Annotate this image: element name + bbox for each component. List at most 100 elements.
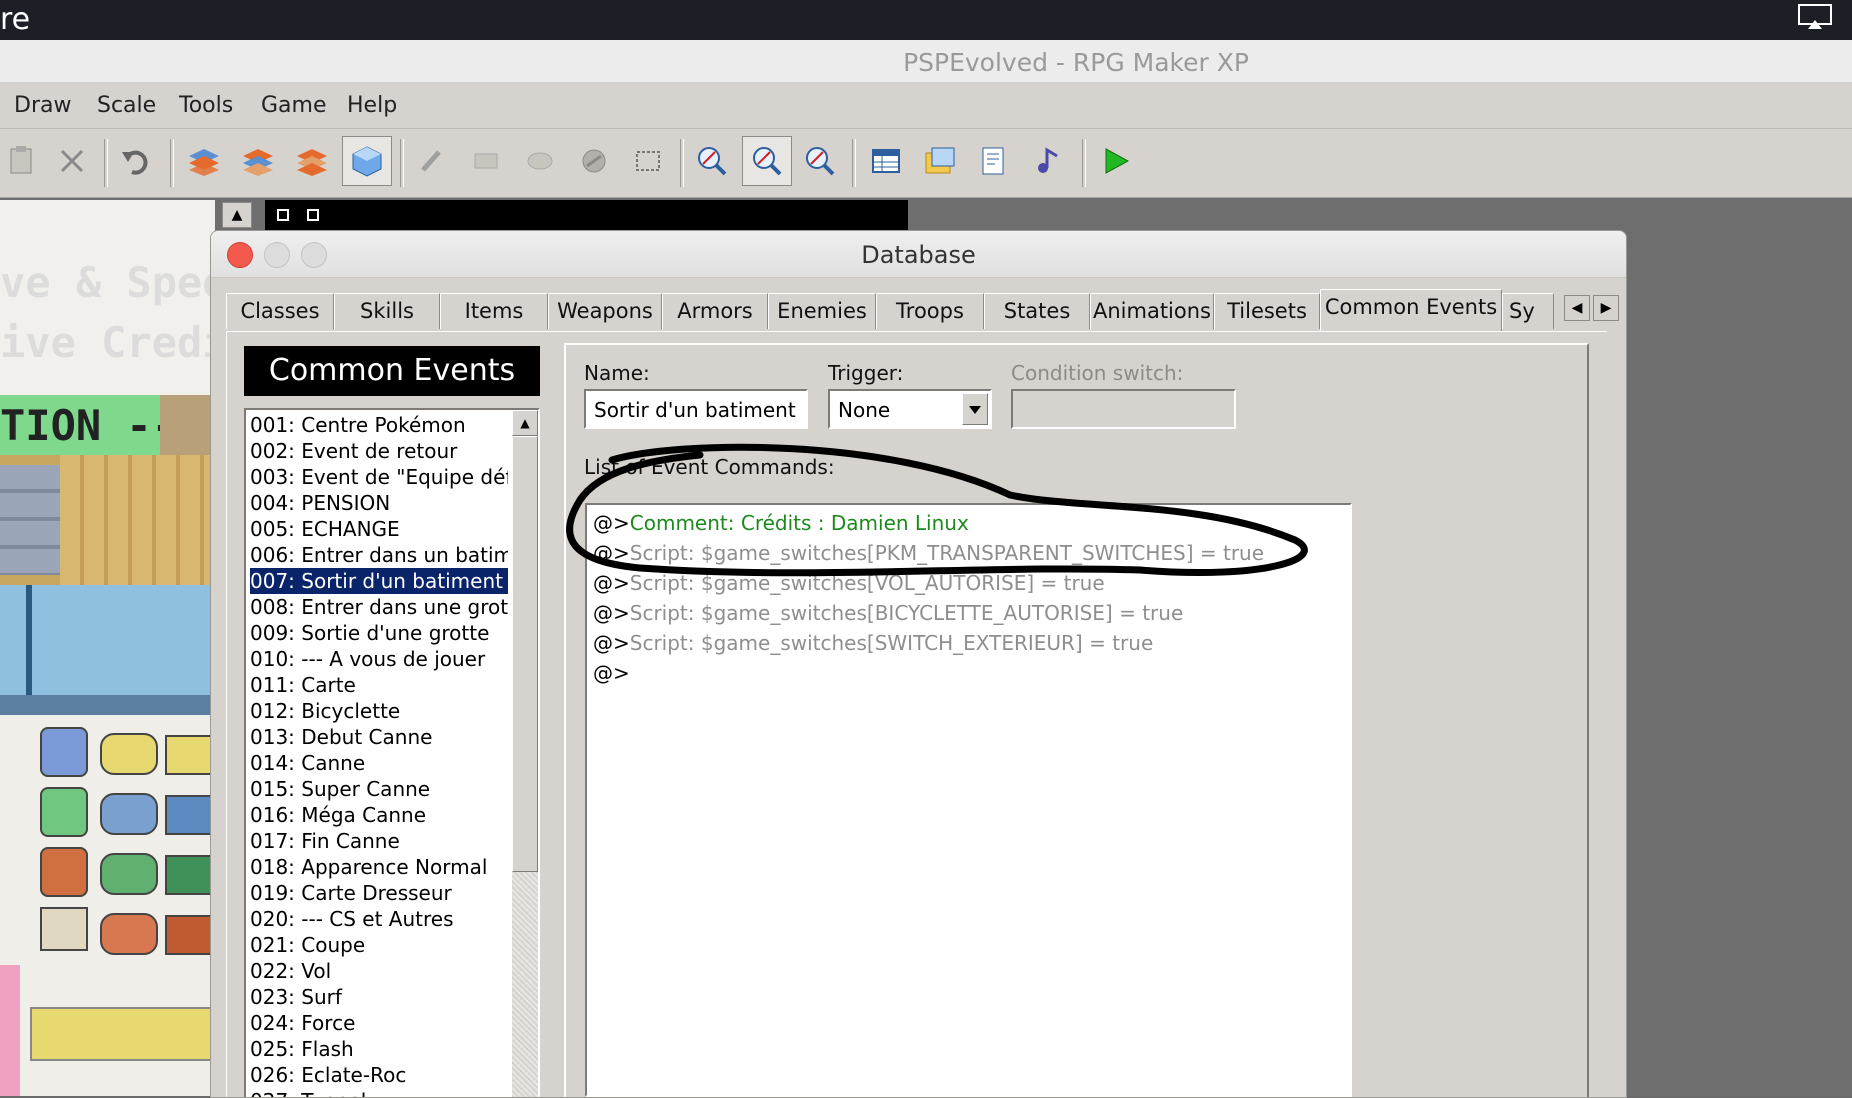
zoom-2-icon[interactable] bbox=[742, 136, 792, 186]
delete-icon[interactable] bbox=[50, 139, 94, 183]
map-text-line1: ve & Speed bbox=[0, 258, 215, 307]
common-event-item[interactable]: 026: Eclate-Roc bbox=[250, 1062, 508, 1088]
event-commands-list[interactable]: @>Comment: Crédits : Damien Linux @>Scri… bbox=[585, 503, 1352, 1097]
app-title-bar: PSPEvolved - RPG Maker XP bbox=[0, 40, 1852, 83]
common-event-item[interactable]: 022: Vol bbox=[250, 958, 508, 984]
common-events-list-header: Common Events bbox=[244, 346, 540, 396]
tab-system[interactable]: Sy bbox=[1502, 293, 1554, 329]
common-event-item[interactable]: 009: Sortie d'une grotte bbox=[250, 620, 508, 646]
common-event-item[interactable]: 002: Event de retour bbox=[250, 438, 508, 464]
tab-common-events[interactable]: Common Events bbox=[1320, 289, 1502, 331]
common-event-item[interactable]: 019: Carte Dresseur bbox=[250, 880, 508, 906]
common-event-item[interactable]: 005: ECHANGE bbox=[250, 516, 508, 542]
chevron-down-icon[interactable] bbox=[962, 393, 988, 425]
name-input[interactable]: Sortir d'un batiment bbox=[584, 389, 808, 429]
tab-scroll-left-button[interactable]: ◀ bbox=[1564, 295, 1590, 321]
map-title-area: ve & Speed ive Credit bbox=[0, 200, 215, 395]
fill-icon[interactable] bbox=[572, 139, 616, 183]
common-event-item[interactable]: 001: Centre Pokémon bbox=[250, 412, 508, 438]
toolbar-separator bbox=[104, 139, 108, 187]
menu-help[interactable]: Help bbox=[347, 93, 397, 118]
toolbar bbox=[0, 129, 1852, 198]
list-scrollbar[interactable]: ▲ bbox=[512, 410, 538, 1097]
rectangle-icon[interactable] bbox=[464, 139, 508, 183]
trigger-select[interactable]: None bbox=[828, 389, 992, 429]
database-dialog: Database Classes Skills Items Weapons Ar… bbox=[210, 230, 1627, 1098]
common-event-item[interactable]: 017: Fin Canne bbox=[250, 828, 508, 854]
tab-armors[interactable]: Armors bbox=[662, 293, 768, 329]
database-tabs: Classes Skills Items Weapons Armors Enem… bbox=[226, 289, 1626, 331]
airplay-icon[interactable] bbox=[1798, 4, 1832, 30]
menu-game[interactable]: Game bbox=[261, 93, 327, 118]
pencil-icon[interactable] bbox=[410, 139, 454, 183]
sound-test-icon[interactable] bbox=[1026, 139, 1070, 183]
map-scroll-up-button[interactable]: ▲ bbox=[222, 202, 252, 228]
events-layer-icon[interactable] bbox=[342, 136, 392, 186]
playtest-icon[interactable] bbox=[1094, 139, 1138, 183]
tab-enemies[interactable]: Enemies bbox=[768, 293, 876, 329]
tab-troops[interactable]: Troops bbox=[876, 293, 984, 329]
common-event-item[interactable]: 020: --- CS et Autres bbox=[250, 906, 508, 932]
toolbar-separator bbox=[852, 139, 856, 187]
wood-tile bbox=[160, 395, 215, 455]
zoom-4-icon[interactable] bbox=[798, 139, 842, 183]
common-event-item[interactable]: 021: Coupe bbox=[250, 932, 508, 958]
common-event-item[interactable]: 016: Méga Canne bbox=[250, 802, 508, 828]
menu-draw[interactable]: Draw bbox=[14, 93, 71, 118]
tileset-panel[interactable]: ve & Speed ive Credit TION -- bbox=[0, 200, 215, 1096]
scrollbar-thumb[interactable] bbox=[512, 436, 538, 872]
materialbase-icon[interactable] bbox=[918, 139, 962, 183]
toolbar-separator bbox=[170, 139, 174, 187]
common-event-item[interactable]: 024: Force bbox=[250, 1010, 508, 1036]
common-event-item[interactable]: 014: Canne bbox=[250, 750, 508, 776]
command-line[interactable]: @>Script: $game_switches[SWITCH_EXTERIEU… bbox=[593, 629, 1153, 657]
command-line[interactable]: @>Script: $game_switches[PKM_TRANSPARENT… bbox=[593, 539, 1264, 567]
tab-states[interactable]: States bbox=[984, 293, 1090, 329]
common-event-item[interactable]: 008: Entrer dans une grott bbox=[250, 594, 508, 620]
command-line[interactable]: @>Script: $game_switches[VOL_AUTORISE] =… bbox=[593, 569, 1105, 597]
common-event-item[interactable]: 018: Apparence Normal bbox=[250, 854, 508, 880]
tab-scroll-right-button[interactable]: ▶ bbox=[1593, 295, 1619, 321]
common-event-item[interactable]: 015: Super Canne bbox=[250, 776, 508, 802]
tab-skills[interactable]: Skills bbox=[334, 293, 440, 329]
tab-tilesets[interactable]: Tilesets bbox=[1214, 293, 1320, 329]
common-event-item[interactable]: 004: PENSION bbox=[250, 490, 508, 516]
common-event-item[interactable]: 010: --- A vous de jouer bbox=[250, 646, 508, 672]
select-icon[interactable] bbox=[626, 139, 670, 183]
paste-icon[interactable] bbox=[0, 139, 44, 183]
common-event-item[interactable]: 003: Event de "Equipe défa bbox=[250, 464, 508, 490]
layer2-icon[interactable] bbox=[236, 139, 280, 183]
scroll-up-icon[interactable]: ▲ bbox=[512, 410, 538, 436]
condition-switch-label: Condition switch: bbox=[1011, 361, 1184, 385]
command-line[interactable]: @>Comment: Crédits : Damien Linux bbox=[593, 509, 969, 537]
menu-tools[interactable]: Tools bbox=[179, 93, 233, 118]
trigger-value: None bbox=[838, 398, 891, 422]
zoom-1-icon[interactable] bbox=[690, 139, 734, 183]
ellipse-icon[interactable] bbox=[518, 139, 562, 183]
dialog-title: Database bbox=[861, 241, 976, 269]
common-event-item[interactable]: 006: Entrer dans un batime bbox=[250, 542, 508, 568]
script-editor-icon[interactable] bbox=[972, 139, 1016, 183]
common-event-item[interactable]: 023: Surf bbox=[250, 984, 508, 1010]
tab-animations[interactable]: Animations bbox=[1090, 293, 1214, 329]
common-event-item[interactable]: 027: Tunnel bbox=[250, 1088, 508, 1097]
dialog-title-bar: Database bbox=[211, 231, 1626, 278]
common-event-item[interactable]: 025: Flash bbox=[250, 1036, 508, 1062]
command-line[interactable]: @>Script: $game_switches[BICYCLETTE_AUTO… bbox=[593, 599, 1183, 627]
database-icon[interactable] bbox=[864, 139, 908, 183]
common-event-item[interactable]: 011: Carte bbox=[250, 672, 508, 698]
condition-switch-field bbox=[1011, 389, 1236, 429]
layer1-icon[interactable] bbox=[182, 139, 226, 183]
menu-scale[interactable]: Scale bbox=[97, 93, 156, 118]
command-line[interactable]: @> bbox=[593, 659, 630, 687]
tab-items[interactable]: Items bbox=[440, 293, 548, 329]
layer3-icon[interactable] bbox=[290, 139, 334, 183]
common-event-item[interactable]: 013: Debut Canne bbox=[250, 724, 508, 750]
tab-weapons[interactable]: Weapons bbox=[548, 293, 662, 329]
tab-classes[interactable]: Classes bbox=[226, 293, 334, 329]
furniture-tiles bbox=[0, 715, 215, 1096]
common-event-item[interactable]: 007: Sortir d'un batiment bbox=[249, 567, 509, 595]
common-event-item[interactable]: 012: Bicyclette bbox=[250, 698, 508, 724]
common-events-list[interactable]: 001: Centre Pokémon 002: Event de retour 0… bbox=[244, 408, 540, 1097]
undo-icon[interactable] bbox=[114, 139, 158, 183]
